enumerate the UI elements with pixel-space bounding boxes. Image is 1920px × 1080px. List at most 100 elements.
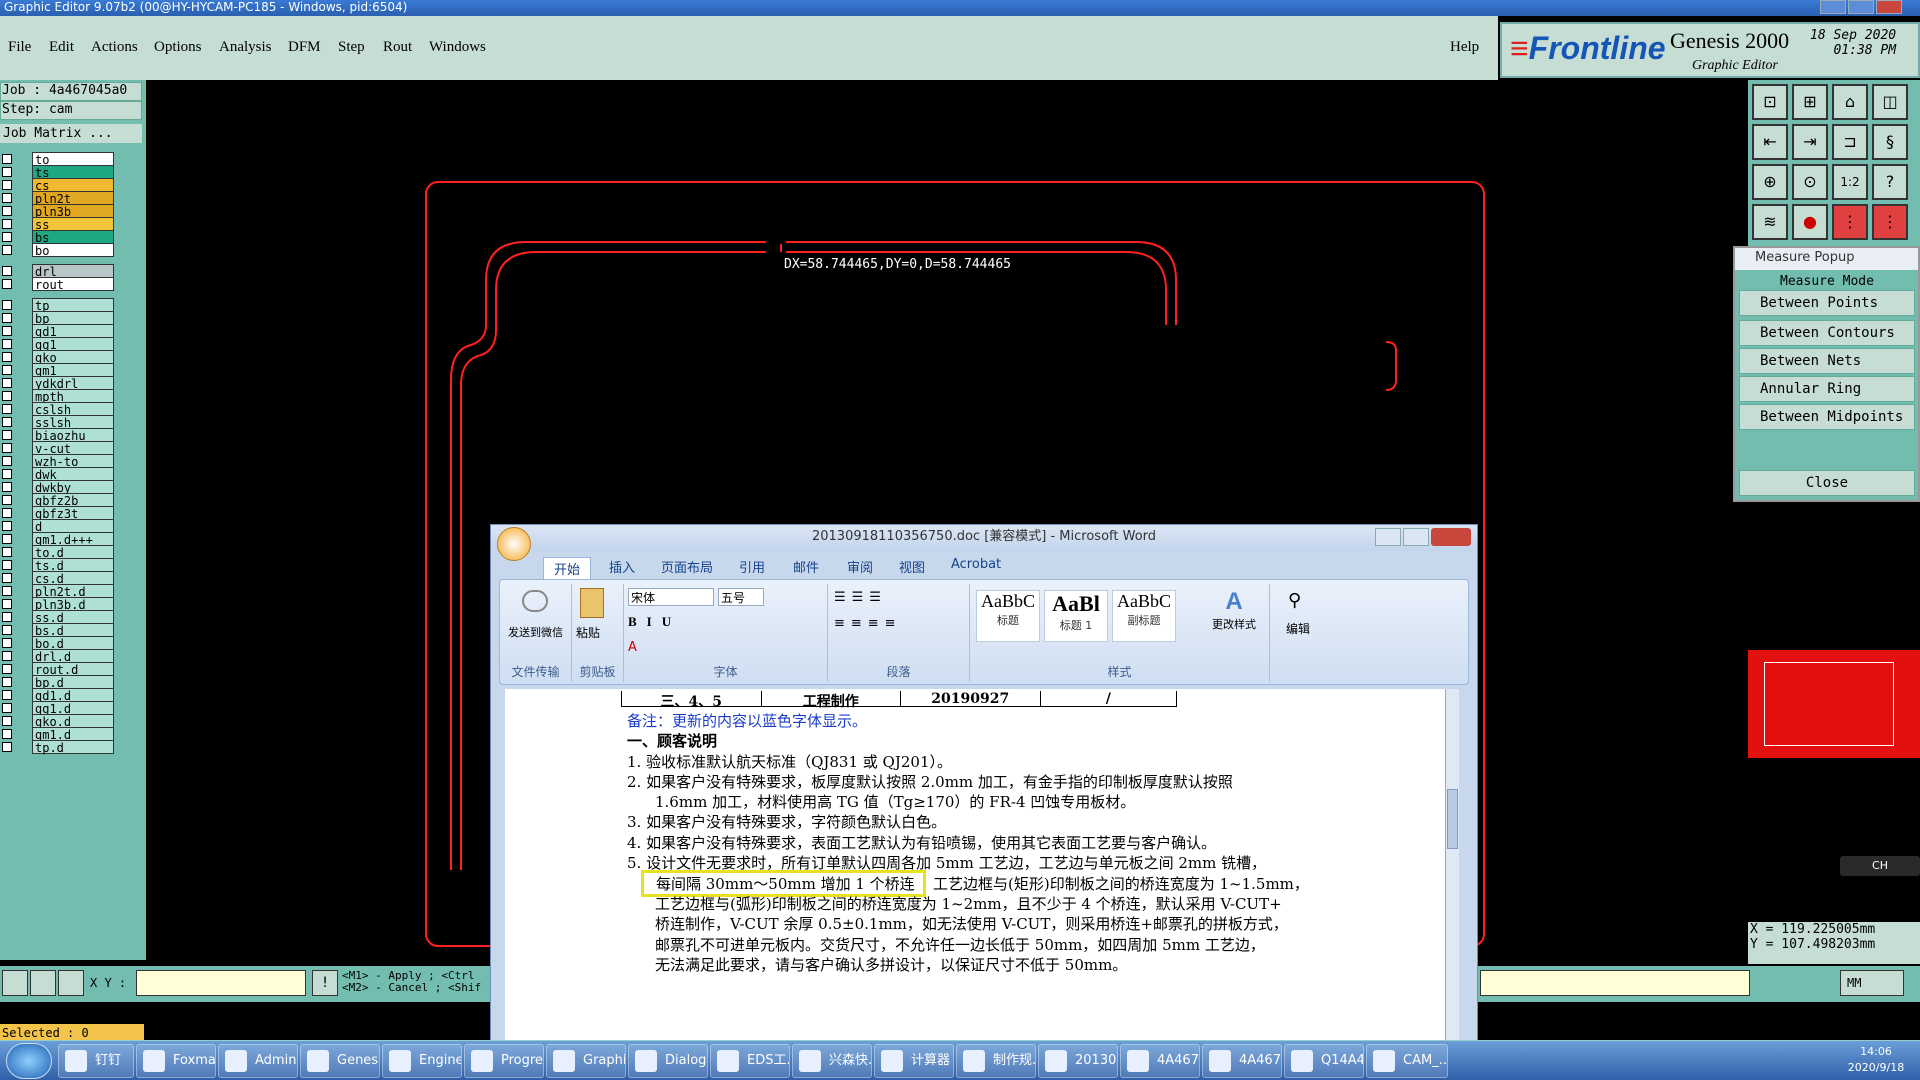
change-styles-button[interactable]: A 更改样式 <box>1206 588 1262 632</box>
layer-name[interactable]: gg1 <box>32 337 114 352</box>
menu-edit[interactable]: Edit <box>49 39 74 56</box>
layer-checkbox[interactable] <box>2 279 12 289</box>
layer-name[interactable]: gm1.d+++ <box>32 532 114 547</box>
taskbar-item[interactable]: Admini... <box>218 1044 298 1078</box>
taskbar-item[interactable]: Engine... <box>382 1044 462 1078</box>
menu-actions[interactable]: Actions <box>91 39 138 56</box>
xy-input[interactable] <box>136 970 306 996</box>
layer-checkbox[interactable] <box>2 430 12 440</box>
layer-row[interactable]: gg1.d <box>0 701 116 716</box>
layer-checkbox[interactable] <box>2 729 12 739</box>
menu-file[interactable]: File <box>8 39 31 56</box>
list-icons[interactable]: ☰☰☰ <box>834 590 887 605</box>
taskbar-item[interactable]: 4A467... <box>1202 1044 1282 1078</box>
menu-dfm[interactable]: DFM <box>288 39 321 56</box>
layer-name[interactable]: cslsh <box>32 402 114 417</box>
tool-icon-1[interactable]: ⊡ <box>1752 84 1788 120</box>
menu-help[interactable]: Help <box>1450 39 1479 56</box>
layer-checkbox[interactable] <box>2 573 12 583</box>
layer-checkbox[interactable] <box>2 612 12 622</box>
layer-name[interactable]: tp <box>32 298 114 313</box>
minimize-button[interactable] <box>1820 0 1846 14</box>
taskbar-item[interactable]: 4A467... <box>1120 1044 1200 1078</box>
tool-icon-13[interactable]: ≋ <box>1752 204 1788 240</box>
layer-name[interactable]: to <box>32 152 114 167</box>
zoom-icon[interactable]: ⊙ <box>1792 164 1828 200</box>
layer-row[interactable]: bo.d <box>0 636 116 651</box>
layer-row[interactable]: gko.d <box>0 714 116 729</box>
layer-name[interactable]: gko.d <box>32 714 114 729</box>
layer-row[interactable]: bs.d <box>0 623 116 638</box>
layer-name[interactable]: pln3b <box>32 204 114 219</box>
layer-name[interactable]: sslsh <box>32 415 114 430</box>
edit-button[interactable]: 编辑 <box>1286 620 1310 637</box>
layer-name[interactable]: gd1 <box>32 324 114 339</box>
layer-row[interactable]: ts <box>0 165 116 180</box>
layer-name[interactable]: gm1.d <box>32 727 114 742</box>
menu-windows[interactable]: Windows <box>429 39 486 56</box>
option-between-points[interactable]: Between Points <box>1739 290 1915 316</box>
word-minimize-button[interactable] <box>1375 528 1401 546</box>
layer-name[interactable]: to.d <box>32 545 114 560</box>
layer-checkbox[interactable] <box>2 193 12 203</box>
scale-icon[interactable]: 1:2 <box>1832 164 1868 200</box>
layer-checkbox[interactable] <box>2 742 12 752</box>
tool-icon-14[interactable]: ● <box>1792 204 1828 240</box>
layer-row[interactable]: gg1 <box>0 337 116 352</box>
font-size-select[interactable]: 五号 <box>718 588 764 606</box>
layer-checkbox[interactable] <box>2 664 12 674</box>
font-name-select[interactable]: 宋体 <box>628 588 714 606</box>
layer-row[interactable]: rout.d <box>0 662 116 677</box>
layer-name[interactable]: pln2t.d <box>32 584 114 599</box>
layer-row[interactable]: drl <box>0 264 116 279</box>
layer-checkbox[interactable] <box>2 599 12 609</box>
vertical-scrollbar[interactable] <box>1445 689 1459 1045</box>
layer-name[interactable]: v-cut <box>32 441 114 456</box>
layer-name[interactable]: gko <box>32 350 114 365</box>
taskbar-item[interactable]: CAM_... <box>1366 1044 1448 1078</box>
font-color-icon[interactable]: A <box>628 640 637 655</box>
layer-name[interactable]: rout <box>32 277 114 292</box>
layer-name[interactable]: tp.d <box>32 740 114 755</box>
layer-row[interactable]: bp <box>0 311 116 326</box>
layer-row[interactable]: tp.d <box>0 740 116 755</box>
layer-name[interactable]: rout.d <box>32 662 114 677</box>
layer-row[interactable]: ts.d <box>0 558 116 573</box>
layer-checkbox[interactable] <box>2 180 12 190</box>
layer-checkbox[interactable] <box>2 534 12 544</box>
layer-checkbox[interactable] <box>2 339 12 349</box>
layer-checkbox[interactable] <box>2 206 12 216</box>
tool-icon-6[interactable]: ⇥ <box>1792 124 1828 160</box>
layer-checkbox[interactable] <box>2 167 12 177</box>
close-button[interactable]: Close <box>1739 470 1915 496</box>
tool-icon-2[interactable]: ⊞ <box>1792 84 1828 120</box>
tool-measure-icon[interactable] <box>30 970 56 996</box>
layer-row[interactable]: cs <box>0 178 116 193</box>
layer-checkbox[interactable] <box>2 266 12 276</box>
layer-row[interactable]: to <box>0 152 116 167</box>
tab-home[interactable]: 开始 <box>543 557 592 580</box>
layer-checkbox[interactable] <box>2 508 12 518</box>
layer-name[interactable]: drl <box>32 264 114 279</box>
job-matrix-button[interactable]: Job Matrix ... <box>0 124 142 143</box>
layer-name[interactable]: bo <box>32 243 114 258</box>
tool-icon-16[interactable]: ⋮ <box>1872 204 1908 240</box>
layer-row[interactable]: v-cut <box>0 441 116 456</box>
layer-name[interactable]: bp <box>32 311 114 326</box>
layer-name[interactable]: d <box>32 519 114 534</box>
layer-name[interactable]: bs.d <box>32 623 114 638</box>
units-button[interactable]: MM <box>1840 970 1904 996</box>
layer-row[interactable]: biaozhu <box>0 428 116 443</box>
style-heading1[interactable]: AaBl 标题 1 <box>1044 590 1108 642</box>
layer-checkbox[interactable] <box>2 313 12 323</box>
layer-name[interactable]: cs.d <box>32 571 114 586</box>
style-subtitle[interactable]: AaBbC 副标题 <box>1112 590 1176 642</box>
layer-row[interactable]: d <box>0 519 116 534</box>
tool-icon-8[interactable]: § <box>1872 124 1908 160</box>
layer-row[interactable]: sslsh <box>0 415 116 430</box>
clock[interactable]: 14:06 2020/9/18 <box>1836 1044 1916 1076</box>
layer-row[interactable]: gd1.d <box>0 688 116 703</box>
scroll-thumb[interactable] <box>1447 789 1458 849</box>
layer-name[interactable]: dwk <box>32 467 114 482</box>
close-window-button[interactable] <box>1876 0 1902 14</box>
